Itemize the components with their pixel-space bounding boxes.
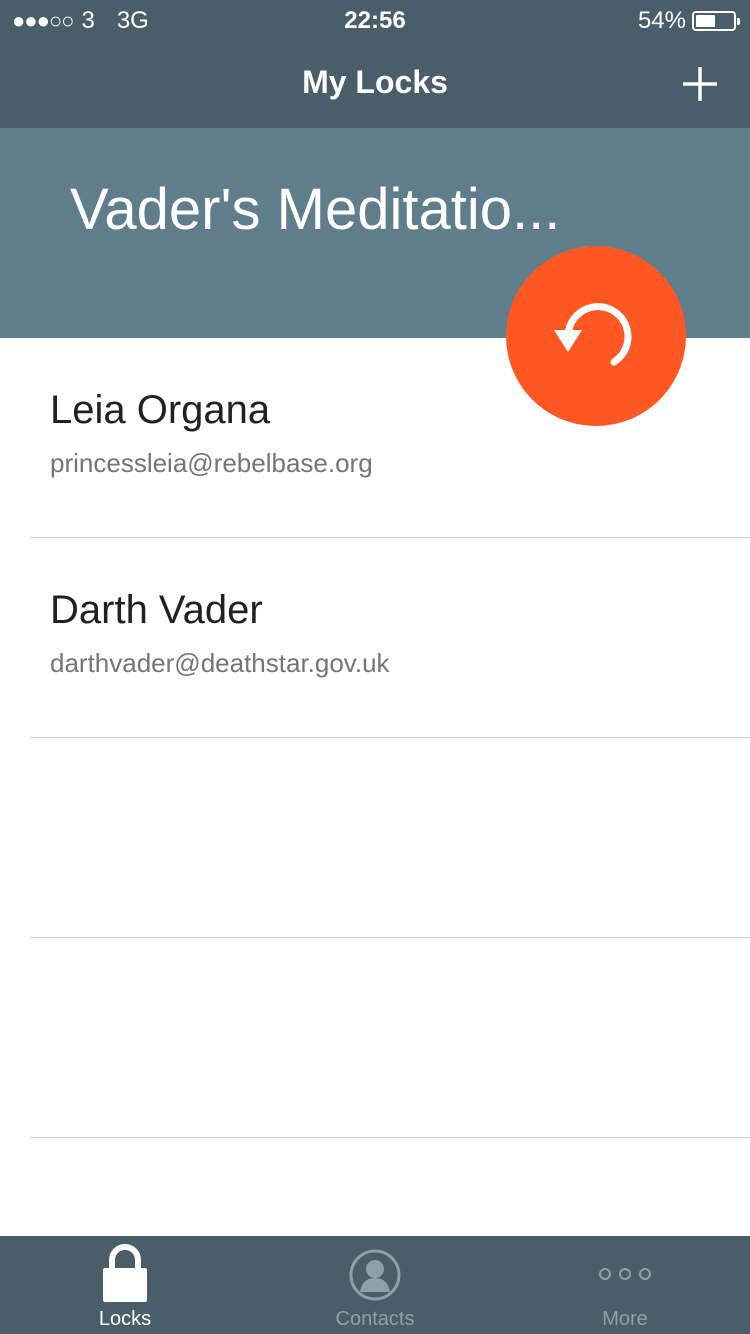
tab-more[interactable]: More <box>500 1236 750 1334</box>
navigation-bar: My Locks <box>0 40 750 128</box>
battery-percent: 54% <box>637 7 686 34</box>
contact-email: princessleia@rebelbase.org <box>50 448 373 478</box>
add-lock-button[interactable] <box>678 62 722 106</box>
page-title: My Locks <box>302 64 448 100</box>
contact-name: Darth Vader <box>50 588 263 632</box>
battery-status: 54% <box>637 7 740 35</box>
refresh-icon <box>554 303 632 366</box>
contacts-icon <box>349 1249 401 1301</box>
empty-row <box>0 738 750 938</box>
divider <box>30 1137 750 1138</box>
contact-name: Leia Organa <box>50 388 271 432</box>
tab-bar: Locks Contacts More <box>0 1236 750 1334</box>
empty-row <box>0 938 750 1138</box>
list-item[interactable]: Darth Vader darthvader@deathstar.gov.uk <box>0 538 750 738</box>
lock-icon <box>103 1244 147 1302</box>
tab-locks[interactable]: Locks <box>0 1236 250 1334</box>
status-bar: ●●●○○ 3 3G 22:56 54% <box>0 0 750 40</box>
battery-icon <box>692 11 740 31</box>
plus-icon <box>683 67 717 101</box>
tab-contacts[interactable]: Contacts <box>250 1236 500 1334</box>
more-icon <box>599 1268 651 1280</box>
battery-level <box>696 15 715 27</box>
contact-list: Leia Organa princessleia@rebelbase.org D… <box>0 338 750 1138</box>
tab-label: Contacts <box>335 1308 415 1330</box>
tab-label: Locks <box>98 1308 152 1330</box>
contact-email: darthvader@deathstar.gov.uk <box>50 648 390 678</box>
tab-label: More <box>602 1308 648 1330</box>
refresh-button[interactable] <box>506 246 686 426</box>
lock-name: Vader's Meditatio... <box>70 177 561 242</box>
